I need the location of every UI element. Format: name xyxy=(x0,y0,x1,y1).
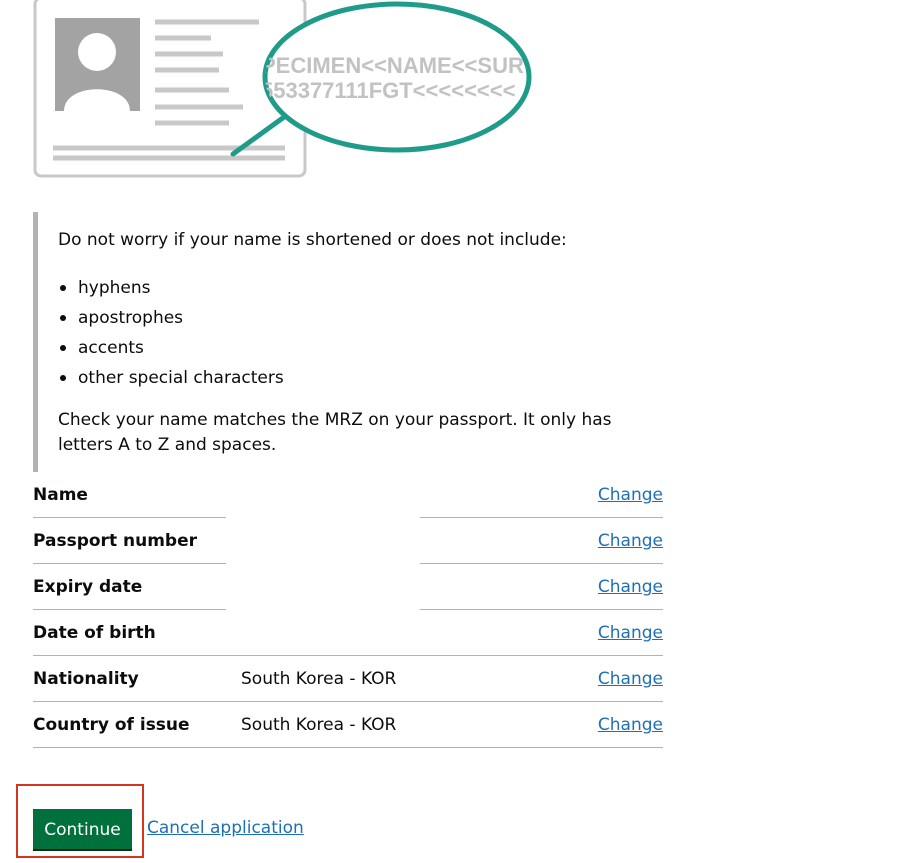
change-country-of-issue-link[interactable]: Change xyxy=(598,713,663,738)
cancel-application-link[interactable]: Cancel application xyxy=(147,816,304,841)
change-name-link[interactable]: Change xyxy=(598,483,663,508)
summary-key: Name xyxy=(33,485,88,505)
inset-intro: Do not worry if your name is shortened o… xyxy=(58,230,567,250)
mrz-line-2: 553377111FGT<<<<<<<< xyxy=(261,78,515,103)
summary-key: Nationality xyxy=(33,669,139,689)
passport-mrz-illustration: PECIMEN<<NAME<<SUR 553377111FGT<<<<<<<< xyxy=(33,0,532,178)
change-expiry-date-link[interactable]: Change xyxy=(598,575,663,600)
summary-key: Date of birth xyxy=(33,623,156,643)
continue-button[interactable]: Continue xyxy=(33,809,132,849)
summary-row-passport-number: Passport number Change xyxy=(33,518,663,564)
summary-row-date-of-birth: Date of birth Change xyxy=(33,610,663,656)
special-characters-list: hyphens apostrophes accents other specia… xyxy=(58,273,284,393)
summary-value: South Korea - KOR xyxy=(241,715,397,735)
summary-key: Passport number xyxy=(33,531,197,551)
list-item: accents xyxy=(58,333,284,363)
list-item: other special characters xyxy=(58,363,284,393)
change-passport-number-link[interactable]: Change xyxy=(598,529,663,554)
summary-key: Expiry date xyxy=(33,577,143,597)
summary-row-country-of-issue: Country of issue South Korea - KOR Chang… xyxy=(33,702,663,748)
inset-text: Do not worry if your name is shortened o… xyxy=(33,212,665,472)
passport-photo-icon xyxy=(55,18,140,111)
summary-value: South Korea - KOR xyxy=(241,669,397,689)
inset-check-text: Check your name matches the MRZ on your … xyxy=(58,410,612,455)
summary-row-name: Name Change xyxy=(33,472,663,518)
passport-summary-list: Name Change Passport number Change Expir… xyxy=(33,472,663,748)
summary-row-expiry-date: Expiry date Change xyxy=(33,564,663,610)
row-divider xyxy=(33,747,663,748)
change-date-of-birth-link[interactable]: Change xyxy=(598,621,663,646)
summary-row-nationality: Nationality South Korea - KOR Change xyxy=(33,656,663,702)
summary-key: Country of issue xyxy=(33,715,190,735)
list-item: hyphens xyxy=(58,273,284,303)
mrz-line-1: PECIMEN<<NAME<<SUR xyxy=(261,53,524,78)
change-nationality-link[interactable]: Change xyxy=(598,667,663,692)
list-item: apostrophes xyxy=(58,303,284,333)
page: PECIMEN<<NAME<<SUR 553377111FGT<<<<<<<< … xyxy=(0,0,922,863)
